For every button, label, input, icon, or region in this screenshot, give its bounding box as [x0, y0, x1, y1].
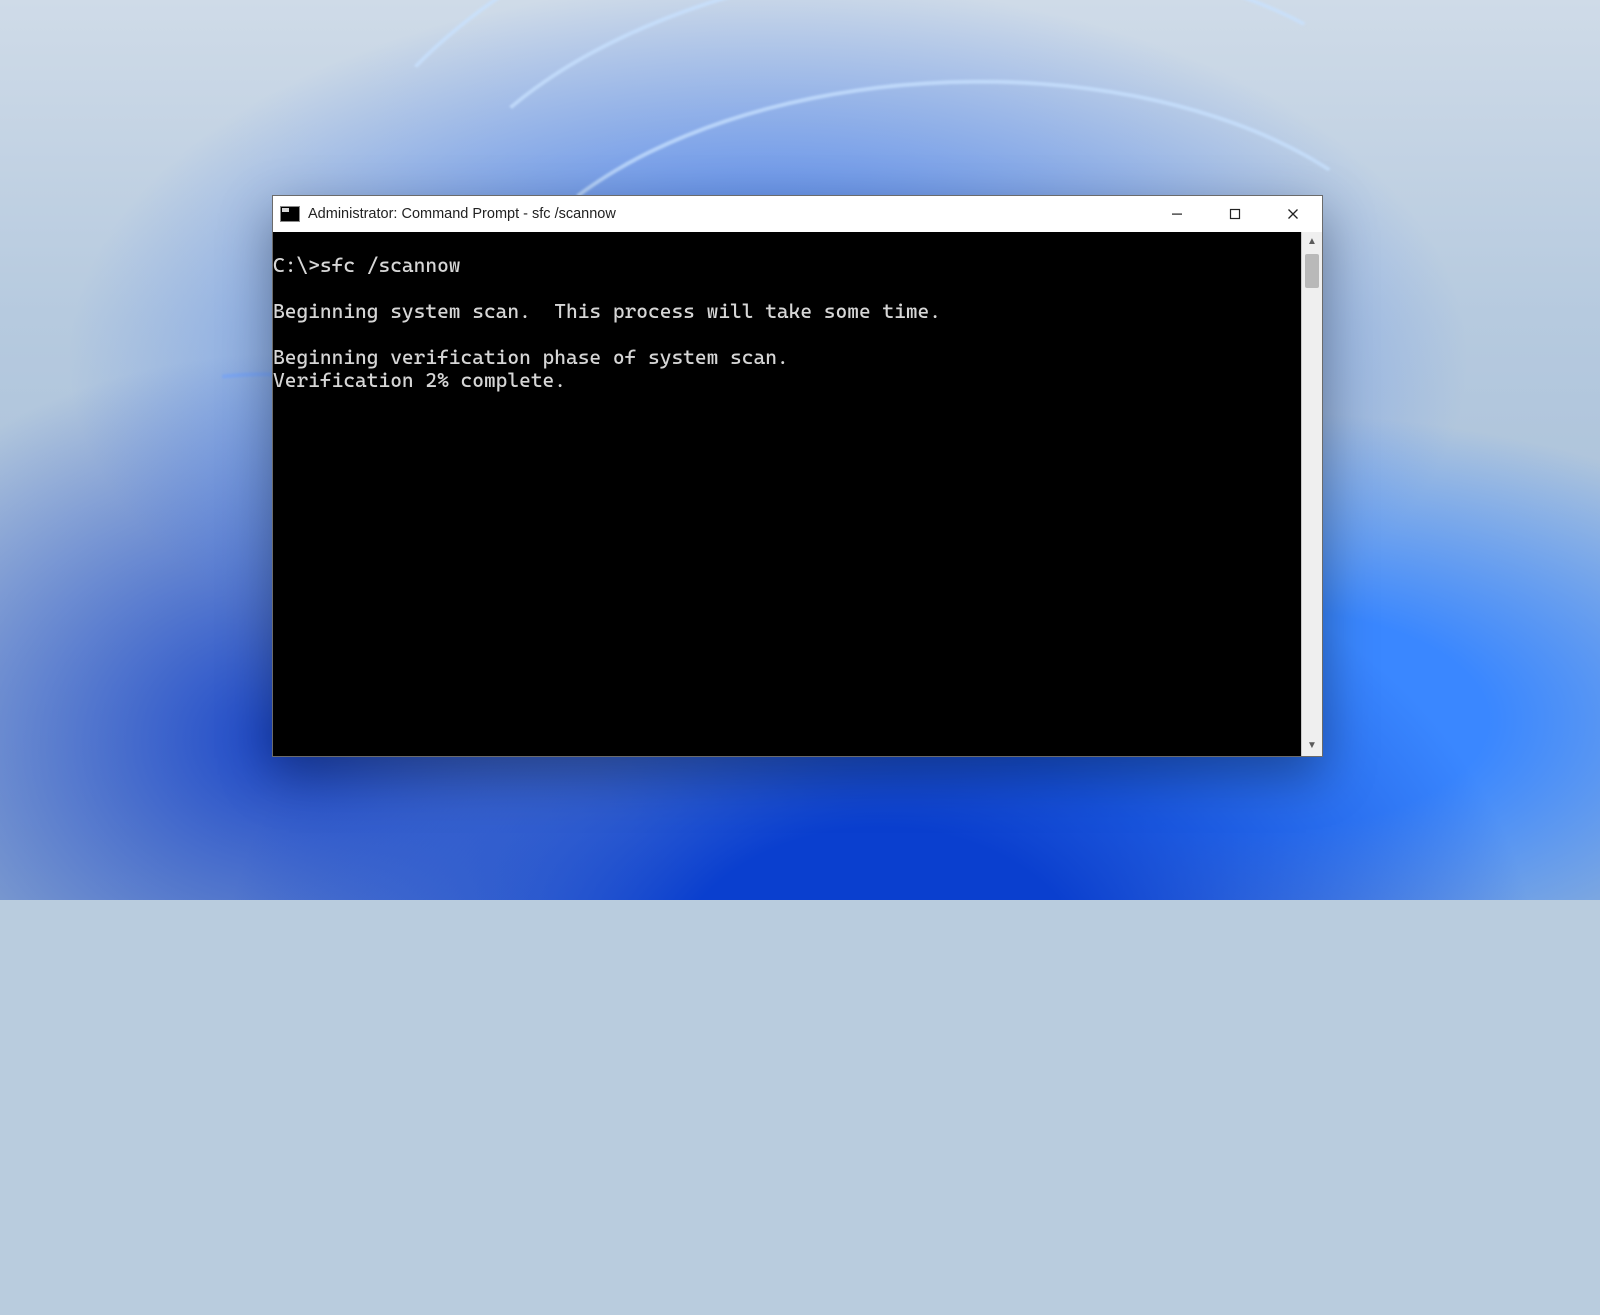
console-output[interactable]: C:\>sfc /scannow Beginning system scan. … [273, 232, 1301, 756]
window-client-area: C:\>sfc /scannow Beginning system scan. … [273, 232, 1322, 756]
cmd-icon [280, 206, 300, 222]
console-line: Beginning verification phase of system s… [273, 345, 789, 369]
vertical-scrollbar[interactable]: ▲ ▼ [1301, 232, 1322, 756]
close-icon [1287, 208, 1299, 220]
window-title: Administrator: Command Prompt - sfc /sca… [308, 206, 616, 222]
entered-command: sfc /scannow [320, 253, 461, 277]
window-controls [1148, 196, 1322, 232]
maximize-icon [1229, 208, 1241, 220]
minimize-icon [1171, 208, 1183, 220]
chevron-down-icon: ▼ [1307, 741, 1317, 751]
scrollbar-thumb[interactable] [1305, 254, 1319, 288]
scrollbar-track[interactable] [1302, 252, 1322, 736]
minimize-button[interactable] [1148, 196, 1206, 232]
maximize-button[interactable] [1206, 196, 1264, 232]
command-prompt-window: Administrator: Command Prompt - sfc /sca… [272, 195, 1323, 757]
close-button[interactable] [1264, 196, 1322, 232]
console-line: Verification 2% complete. [273, 368, 566, 392]
chevron-up-icon: ▲ [1307, 237, 1317, 247]
prompt: C:\> [273, 253, 320, 277]
titlebar[interactable]: Administrator: Command Prompt - sfc /sca… [273, 196, 1322, 232]
console-line: Beginning system scan. This process will… [273, 299, 941, 323]
scroll-down-button[interactable]: ▼ [1302, 736, 1322, 756]
scroll-up-button[interactable]: ▲ [1302, 232, 1322, 252]
